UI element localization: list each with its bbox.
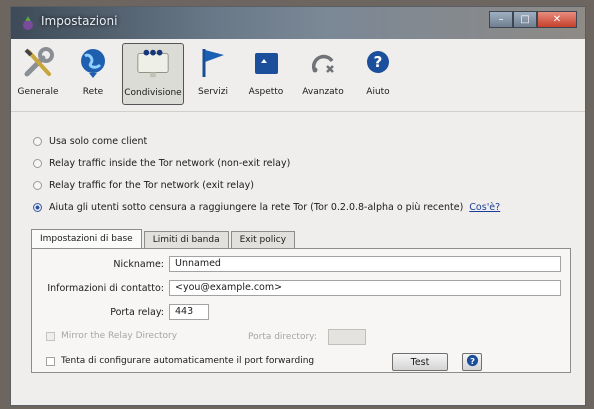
toolbar-label: Rete bbox=[82, 87, 104, 97]
radio-indicator[interactable] bbox=[33, 180, 42, 190]
network-globe-icon bbox=[75, 45, 111, 81]
onion-app-icon bbox=[20, 15, 36, 31]
radio-label: Relay traffic for the Tor network (exit … bbox=[49, 179, 254, 191]
title-bar[interactable]: Impostazioni – □ ✕ bbox=[11, 7, 585, 39]
maximize-button[interactable]: □ bbox=[513, 11, 537, 28]
flag-icon bbox=[195, 45, 231, 81]
toolbar-item-aiuto[interactable]: ? Aiuto bbox=[357, 43, 399, 105]
relay-port-input[interactable]: 443 bbox=[169, 304, 209, 320]
radio-label: Relay traffic inside the Tor network (no… bbox=[49, 157, 291, 169]
dir-port-label: Porta directory: bbox=[248, 332, 317, 342]
radio-label: Aiuta gli utenti sotto censura a raggiun… bbox=[49, 201, 464, 213]
svg-text:?: ? bbox=[374, 53, 383, 71]
tab-exit-policy[interactable]: Exit policy bbox=[230, 231, 296, 248]
appearance-icon bbox=[248, 45, 284, 81]
advanced-icon bbox=[305, 45, 341, 81]
radio-non-exit-relay[interactable]: Relay traffic inside the Tor network (no… bbox=[33, 156, 290, 170]
toolbar-item-generale[interactable]: Generale bbox=[15, 43, 61, 105]
nickname-input[interactable]: Unnamed bbox=[169, 256, 561, 272]
radio-indicator[interactable] bbox=[33, 136, 42, 146]
upnp-label: Tenta di configurare automaticamente il … bbox=[61, 356, 315, 366]
toolbar-label: Avanzato bbox=[302, 87, 344, 97]
toolbar-item-aspetto[interactable]: Aspetto bbox=[241, 43, 291, 105]
window-title: Impostazioni bbox=[41, 14, 118, 28]
help-icon: ? bbox=[360, 45, 396, 81]
wrench-screwdriver-icon bbox=[20, 45, 56, 81]
toolbar-label: Aspetto bbox=[248, 87, 284, 97]
test-button[interactable]: Test bbox=[392, 353, 448, 371]
mirror-directory-option[interactable]: Mirror the Relay Directory bbox=[46, 331, 177, 341]
tab-basic-settings[interactable]: Impostazioni di base bbox=[31, 229, 142, 248]
help-icon: ? bbox=[466, 354, 479, 370]
settings-window: Impostazioni – □ ✕ Generale Rete Condivi… bbox=[10, 6, 586, 406]
contact-input[interactable]: <you@example.com> bbox=[169, 280, 561, 296]
relay-port-label: Porta relay: bbox=[110, 307, 164, 318]
radio-indicator[interactable] bbox=[33, 158, 42, 168]
sharing-settings: Usa solo come client Relay traffic insid… bbox=[11, 112, 585, 405]
mirror-directory-label: Mirror the Relay Directory bbox=[61, 331, 178, 341]
toolbar-label: Generale bbox=[17, 87, 59, 97]
svg-text:?: ? bbox=[470, 356, 475, 366]
toolbar-label: Servizi bbox=[197, 87, 228, 97]
dir-port-input[interactable] bbox=[328, 329, 366, 345]
radio-label: Usa solo come client bbox=[49, 135, 148, 147]
close-button[interactable]: ✕ bbox=[537, 11, 577, 28]
whats-this-link[interactable]: Cos'è? bbox=[469, 202, 500, 213]
toolbar-item-avanzato[interactable]: Avanzato bbox=[295, 43, 351, 105]
toolbar-label: Aiuto bbox=[366, 87, 390, 97]
toolbar-item-servizi[interactable]: Servizi bbox=[191, 43, 235, 105]
radio-exit-relay[interactable]: Relay traffic for the Tor network (exit … bbox=[33, 178, 254, 192]
tab-bandwidth-limits[interactable]: Limiti di banda bbox=[143, 231, 229, 248]
settings-toolbar: Generale Rete Condivisione Servizi Aspet… bbox=[11, 39, 585, 112]
nickname-label: Nickname: bbox=[113, 259, 164, 270]
radio-indicator[interactable] bbox=[33, 202, 42, 212]
mirror-directory-checkbox[interactable] bbox=[46, 331, 55, 341]
toolbar-item-condivisione[interactable]: Condivisione bbox=[122, 43, 184, 105]
basic-settings-panel: Nickname: Unnamed Informazioni di contat… bbox=[31, 248, 571, 373]
toolbar-label: Condivisione bbox=[124, 88, 182, 98]
sharing-people-icon bbox=[135, 46, 171, 82]
minimize-button[interactable]: – bbox=[489, 11, 513, 28]
relay-tabs: Impostazioni di base Limiti di banda Exi… bbox=[31, 229, 297, 248]
radio-bridge-relay[interactable]: Aiuta gli utenti sotto censura a raggiun… bbox=[33, 200, 500, 214]
contact-label: Informazioni di contatto: bbox=[47, 283, 164, 294]
upnp-option[interactable]: Tenta di configurare automaticamente il … bbox=[46, 356, 314, 366]
toolbar-item-rete[interactable]: Rete bbox=[69, 43, 117, 105]
upnp-checkbox[interactable] bbox=[46, 356, 55, 366]
radio-client-only[interactable]: Usa solo come client bbox=[33, 134, 147, 148]
upnp-help-button[interactable]: ? bbox=[462, 353, 482, 371]
